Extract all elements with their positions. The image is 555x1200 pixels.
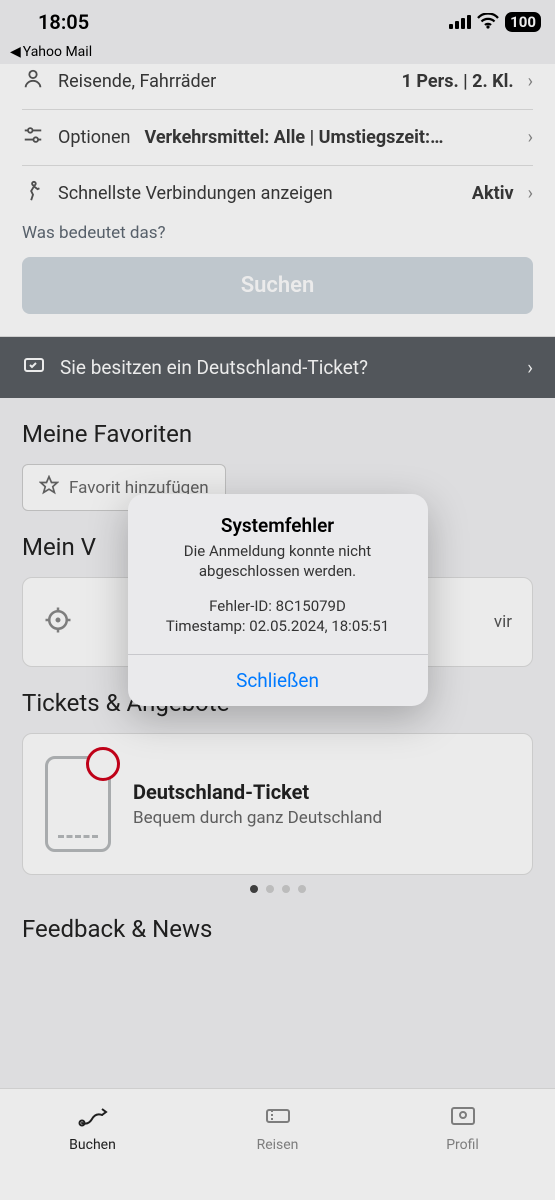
alert-title: Systemfehler bbox=[146, 514, 410, 537]
alert-message: Die Anmeldung konnte nicht abgeschlossen… bbox=[146, 541, 410, 582]
timestamp-value: 02.05.2024, 18:05:51 bbox=[249, 617, 389, 635]
alert-meta: Fehler-ID: 8C15079D Timestamp: 02.05.202… bbox=[146, 596, 410, 637]
alert-close-button[interactable]: Schließen bbox=[128, 654, 428, 706]
system-error-alert: Systemfehler Die Anmeldung konnte nicht … bbox=[128, 494, 428, 706]
error-id-value: 8C15079D bbox=[276, 597, 346, 615]
timestamp-label: Timestamp: bbox=[166, 617, 246, 635]
error-id-label: Fehler-ID: bbox=[209, 597, 272, 615]
alert-overlay: Systemfehler Die Anmeldung konnte nicht … bbox=[0, 0, 555, 1200]
